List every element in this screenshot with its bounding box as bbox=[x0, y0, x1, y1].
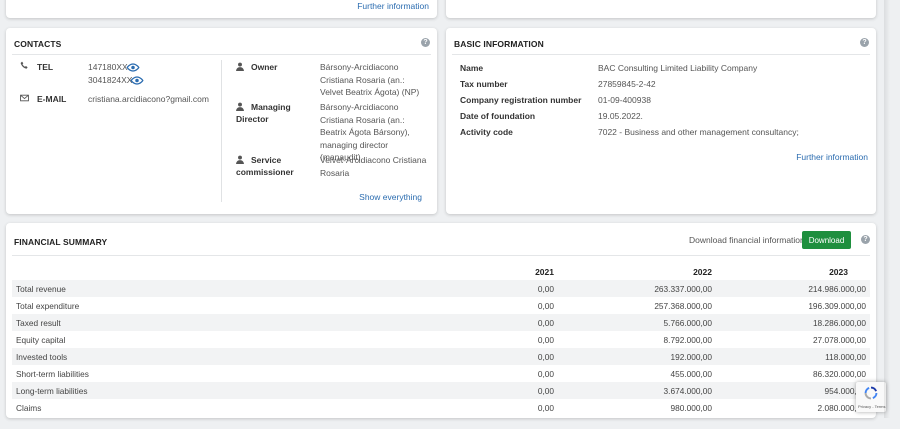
value-2023: 2.080.000,00 bbox=[817, 402, 866, 413]
value-2023: 214.986.000,00 bbox=[716, 280, 870, 297]
user-icon bbox=[236, 102, 244, 113]
table-row: Claims 0,00 980.000,00 2.080.000,00 bbox=[12, 399, 870, 416]
value-2021: 0,00 bbox=[537, 300, 554, 311]
top-right-card bbox=[446, 0, 876, 18]
download-button[interactable]: Download bbox=[802, 231, 851, 249]
download-financial-text: Download financial information bbox=[689, 235, 805, 245]
basic-info-value-tax: 27859845-2-42 bbox=[598, 79, 656, 89]
row-label: Claims bbox=[16, 402, 42, 413]
table-row: Total revenue 0,00 263.337.000,00 214.98… bbox=[12, 280, 870, 297]
eye-icon[interactable] bbox=[130, 76, 144, 87]
financial-divider bbox=[12, 255, 870, 256]
basic-info-value-registration: 01-09-400938 bbox=[598, 95, 651, 105]
value-2022: 263.337.000,00 bbox=[558, 280, 716, 297]
value-2021: 0,00 bbox=[537, 368, 554, 379]
row-label: Total revenue bbox=[12, 280, 250, 297]
further-information-link[interactable]: Further information bbox=[796, 152, 868, 162]
owner-label: Owner bbox=[251, 62, 278, 72]
tel-label: TEL bbox=[37, 62, 54, 72]
basic-info-divider bbox=[452, 54, 870, 55]
basic-info-help-icon[interactable]: ? bbox=[860, 38, 869, 47]
value-2023: 27.078.000,00 bbox=[812, 334, 866, 345]
basic-info-value-activity: 7022 - Business and other management con… bbox=[598, 127, 799, 137]
table-row: Invested tools 0,00 192.000,00 118.000,0… bbox=[12, 348, 870, 365]
table-row: Long-term liabilities 0,00 3.674.000,00 … bbox=[12, 382, 870, 399]
value-2023: 196.309.000,00 bbox=[808, 300, 866, 311]
further-information-link-top[interactable]: Further information bbox=[357, 1, 429, 11]
managing-director-label-2: Director bbox=[236, 114, 269, 124]
email-value: cristiana.arcidiacono?gmail.com bbox=[88, 94, 209, 104]
contacts-vertical-divider bbox=[221, 60, 222, 202]
value-2023: 118.000,00 bbox=[716, 348, 870, 365]
value-2021: 0,00 bbox=[537, 402, 554, 413]
row-label: Equity capital bbox=[16, 334, 66, 345]
row-label: Short-term liabilities bbox=[16, 368, 89, 379]
basic-info-card: BASIC INFORMATION ? Name BAC Consulting … bbox=[446, 28, 876, 214]
row-label: Invested tools bbox=[12, 348, 250, 365]
value-2022: 192.000,00 bbox=[558, 348, 716, 365]
contacts-card: CONTACTS ? TEL 147180XX 3041824XX E-MAIL… bbox=[6, 28, 437, 214]
basic-info-label-activity: Activity code bbox=[460, 127, 513, 137]
top-left-card: Further information bbox=[6, 0, 437, 18]
row-label: Taxed result bbox=[12, 314, 250, 331]
envelope-icon bbox=[20, 94, 29, 104]
year-header-2021: 2021 bbox=[535, 267, 554, 277]
value-2022: 3.674.000,00 bbox=[558, 382, 716, 399]
financial-header-blank bbox=[12, 264, 250, 280]
phone-icon bbox=[20, 61, 29, 72]
tel-value-1: 147180XX bbox=[88, 62, 128, 72]
value-2022: 257.368.000,00 bbox=[654, 300, 712, 311]
recaptcha-badge[interactable]: Privacy - Terms bbox=[856, 382, 886, 412]
row-label: Total expenditure bbox=[16, 300, 80, 311]
contacts-title: CONTACTS bbox=[14, 39, 62, 49]
basic-info-label-foundation: Date of foundation bbox=[460, 111, 536, 121]
service-commissioner-label-2: commissioner bbox=[236, 167, 294, 177]
tel-value-2: 3041824XX bbox=[88, 75, 133, 85]
value-2022: 8.792.000,00 bbox=[663, 334, 712, 345]
value-2021: 0,00 bbox=[537, 334, 554, 345]
user-icon bbox=[236, 155, 244, 166]
table-row: Taxed result 0,00 5.766.000,00 18.286.00… bbox=[12, 314, 870, 331]
value-2021: 0,00 bbox=[250, 382, 558, 399]
page-shadow-edge bbox=[884, 0, 890, 418]
managing-director-label-1: Managing bbox=[251, 102, 291, 112]
value-2023: 954.000,00 bbox=[716, 382, 870, 399]
user-icon bbox=[236, 62, 244, 73]
value-2022: 5.766.000,00 bbox=[558, 314, 716, 331]
basic-info-label-name: Name bbox=[460, 63, 484, 73]
year-header-2022: 2022 bbox=[693, 267, 712, 277]
eye-icon[interactable] bbox=[126, 63, 140, 74]
value-2021: 0,00 bbox=[250, 314, 558, 331]
year-header-2023: 2023 bbox=[829, 267, 848, 277]
basic-info-value-foundation: 19.05.2022. bbox=[598, 111, 643, 121]
owner-value: Bársony-Arcidiacono Cristiana Rosaria (a… bbox=[320, 62, 420, 97]
value-2023: 86.320.000,00 bbox=[812, 368, 866, 379]
value-2022: 455.000,00 bbox=[670, 368, 712, 379]
contacts-help-icon[interactable]: ? bbox=[421, 38, 430, 47]
table-row: Short-term liabilities 0,00 455.000,00 8… bbox=[12, 365, 870, 382]
service-commissioner-label-1: Service bbox=[251, 155, 282, 165]
financial-table: 2021 2022 2023 Total revenue 0,00 263.33… bbox=[12, 264, 870, 416]
email-label: E-MAIL bbox=[37, 94, 67, 104]
service-commissioner-value: Velvet-Arcidiacono Cristiana Rosaria bbox=[320, 155, 427, 178]
row-label: Long-term liabilities bbox=[12, 382, 250, 399]
show-everything-link[interactable]: Show everything bbox=[359, 192, 422, 202]
basic-info-label-registration: Company registration number bbox=[460, 95, 582, 105]
value-2021: 0,00 bbox=[250, 280, 558, 297]
value-2021: 0,00 bbox=[250, 348, 558, 365]
financial-help-icon[interactable]: ? bbox=[861, 235, 870, 244]
table-row: Total expenditure 0,00 257.368.000,00 19… bbox=[12, 297, 870, 314]
basic-info-label-tax: Tax number bbox=[460, 79, 508, 89]
recaptcha-icon bbox=[863, 385, 879, 403]
table-row: Equity capital 0,00 8.792.000,00 27.078.… bbox=[12, 331, 870, 348]
value-2022: 980.000,00 bbox=[670, 402, 712, 413]
value-2023: 18.286.000,00 bbox=[716, 314, 870, 331]
financial-summary-title: FINANCIAL SUMMARY bbox=[14, 237, 108, 247]
contacts-divider bbox=[12, 54, 431, 55]
basic-info-title: BASIC INFORMATION bbox=[454, 39, 544, 49]
financial-header-row: 2021 2022 2023 bbox=[12, 264, 870, 280]
basic-info-value-name: BAC Consulting Limited Liability Company bbox=[598, 63, 758, 73]
recaptcha-footer[interactable]: Privacy - Terms bbox=[858, 404, 885, 409]
